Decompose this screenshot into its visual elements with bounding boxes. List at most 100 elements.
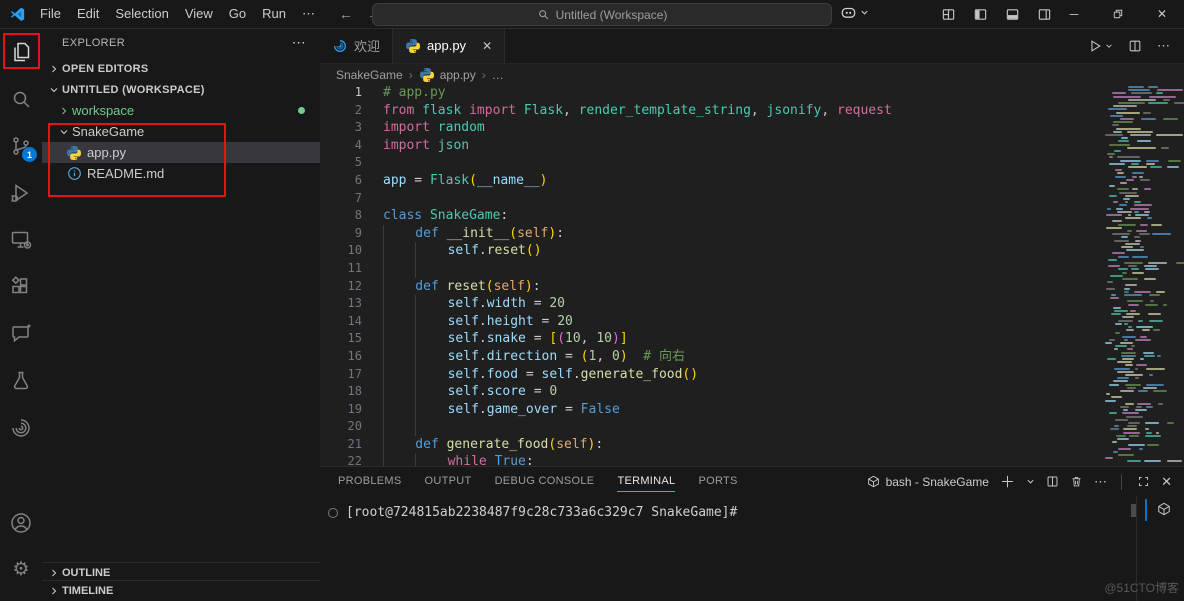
tree-item-workspace[interactable]: workspace [42, 100, 320, 121]
activity-chat-icon[interactable] [0, 310, 42, 357]
line-number: 4 [354, 137, 362, 152]
line-number: 16 [347, 348, 362, 363]
tree-item-label: OPEN EDITORS [62, 62, 149, 75]
split-editor-icon[interactable] [1128, 39, 1142, 53]
terminal-tab-icon[interactable] [1157, 502, 1171, 516]
timeline-section[interactable]: TIMELINE [42, 580, 320, 601]
line-number: 8 [354, 208, 362, 223]
kill-terminal-icon[interactable] [1070, 475, 1083, 488]
close-window-button[interactable]: ✕ [1140, 0, 1184, 28]
panel-tab-terminal[interactable]: TERMINAL [617, 467, 676, 496]
tree-item-readme-md[interactable]: README.md [42, 163, 320, 184]
tree-item-app-py[interactable]: app.py [42, 142, 320, 163]
menu-file[interactable]: File [32, 6, 69, 22]
menu-run[interactable]: Run [254, 6, 294, 22]
panel-tab-problems[interactable]: PROBLEMS [338, 467, 402, 496]
breadcrumb-item-app-py[interactable]: app.py [419, 67, 476, 83]
line-number: 21 [347, 436, 362, 451]
chevron-down-icon [46, 82, 62, 98]
vscode-logo-icon [9, 6, 26, 23]
close-tab-icon[interactable]: ✕ [482, 39, 492, 53]
line-number: 14 [347, 313, 362, 328]
line-number: 7 [354, 190, 362, 205]
panel-tab-output[interactable]: OUTPUT [425, 467, 472, 496]
python-icon [405, 38, 421, 54]
copilot-icon [841, 7, 856, 18]
activity-explorer-icon[interactable] [0, 28, 42, 75]
python-file-icon [66, 145, 82, 161]
code-line: 1 # app.py [320, 84, 1184, 102]
minimap[interactable] [1102, 84, 1184, 466]
breadcrumb-item-item[interactable]: … [492, 68, 504, 82]
maximize-panel-icon[interactable] [1137, 475, 1150, 488]
code-line: 3 import random [320, 119, 1184, 137]
panel-more-icon[interactable]: ⋯ [1094, 474, 1107, 490]
panel-tab-ports[interactable]: PORTS [698, 467, 737, 496]
code-line: 6 app = Flask(__name__) [320, 172, 1184, 190]
terminal-profile-chevron-icon[interactable] [1026, 477, 1035, 486]
activity-run-debug-icon[interactable] [0, 169, 42, 216]
activity-swirl-icon[interactable] [0, 404, 42, 451]
code-line: 18 self.score = 0 [320, 383, 1184, 401]
menu-go[interactable]: Go [221, 6, 254, 22]
tree-item-label: app.py [87, 145, 127, 160]
customize-layout-icon[interactable] [941, 7, 956, 22]
command-center[interactable]: Untitled (Workspace) [372, 3, 832, 26]
activity-testing-icon[interactable] [0, 357, 42, 404]
editor-region: 欢迎 app.py ✕ ⋯ SnakeGame › app.py › … 1 # app.py… [320, 28, 1184, 601]
tab-app-py[interactable]: app.py ✕ [393, 28, 506, 63]
minimize-button[interactable]: ─ [1052, 0, 1096, 28]
activity-bar: 1 ⚙ [0, 28, 43, 601]
line-number: 5 [354, 155, 362, 170]
toggle-secondary-sidebar-icon[interactable] [1037, 7, 1052, 22]
code-line: 11 [320, 259, 1184, 278]
run-python-button[interactable] [1088, 39, 1113, 53]
terminal-scrollbar[interactable] [1131, 504, 1136, 517]
code-editor[interactable]: 1 # app.py 2 from flask import Flask, rende… [320, 84, 1184, 466]
restore-button[interactable] [1096, 0, 1140, 28]
activity-account-icon[interactable] [0, 499, 42, 546]
activity-remote-explorer-icon[interactable] [0, 216, 42, 263]
breadcrumb-separator: › [408, 67, 413, 82]
git-modified-dot [298, 107, 305, 114]
activity-settings-icon[interactable]: ⚙ [0, 546, 42, 593]
play-icon [1091, 39, 1101, 52]
menu-selection[interactable]: Selection [107, 6, 176, 22]
code-line: 2 from flask import Flask, render_templat… [320, 102, 1184, 120]
breadcrumb[interactable]: SnakeGame › app.py ›… [320, 64, 1184, 85]
tree-item-open-editors[interactable]: OPEN EDITORS [42, 58, 320, 79]
nav-back-icon[interactable]: ← [339, 6, 353, 22]
code-line: 10 self.reset() [320, 242, 1184, 260]
activity-search-icon[interactable] [0, 75, 42, 122]
editor-more-icon[interactable]: ⋯ [1157, 38, 1170, 54]
new-terminal-button[interactable]: ＋ [1000, 471, 1015, 492]
split-terminal-icon[interactable] [1046, 475, 1059, 488]
tree-item-snakegame[interactable]: SnakeGame [42, 121, 320, 142]
activity-source-control-icon[interactable]: 1 [0, 122, 42, 169]
terminal-session[interactable]: bash - SnakeGame [867, 475, 989, 489]
breadcrumb-item-snakegame[interactable]: SnakeGame [336, 68, 403, 82]
sidebar-more-icon[interactable]: ⋯ [292, 34, 306, 51]
panel-tab-debug-console[interactable]: DEBUG CONSOLE [495, 467, 595, 496]
terminal[interactable]: [root@724815ab2238487f9c28c733a6c329c7 S… [328, 505, 737, 520]
code-line: 20 [320, 418, 1184, 436]
menu-edit[interactable]: Edit [69, 6, 107, 22]
toggle-sidebar-icon[interactable] [973, 7, 988, 22]
code-line: 13 self.width = 20 [320, 295, 1184, 313]
command-decoration-icon [328, 507, 338, 518]
copilot-button[interactable] [840, 4, 869, 21]
tab-欢迎[interactable]: 欢迎 [320, 28, 394, 63]
menu-view[interactable]: View [177, 6, 221, 22]
code-line: 5 [320, 154, 1184, 172]
menu-bar: File Edit Selection View Go Run ⋯ [32, 6, 323, 22]
menu-more[interactable]: ⋯ [294, 6, 323, 22]
code-line: 19 self.game_over = False [320, 400, 1184, 419]
toggle-panel-icon[interactable] [1005, 7, 1020, 22]
line-number: 13 [347, 296, 362, 311]
code-line: 9 def __init__(self): [320, 224, 1184, 243]
tree-item-untitled-workspace[interactable]: UNTITLED (WORKSPACE) [42, 79, 320, 100]
activity-extensions-icon[interactable] [0, 263, 42, 310]
line-number: 18 [347, 384, 362, 399]
close-panel-icon[interactable]: ✕ [1161, 474, 1172, 490]
chevron-right-icon [56, 103, 72, 119]
